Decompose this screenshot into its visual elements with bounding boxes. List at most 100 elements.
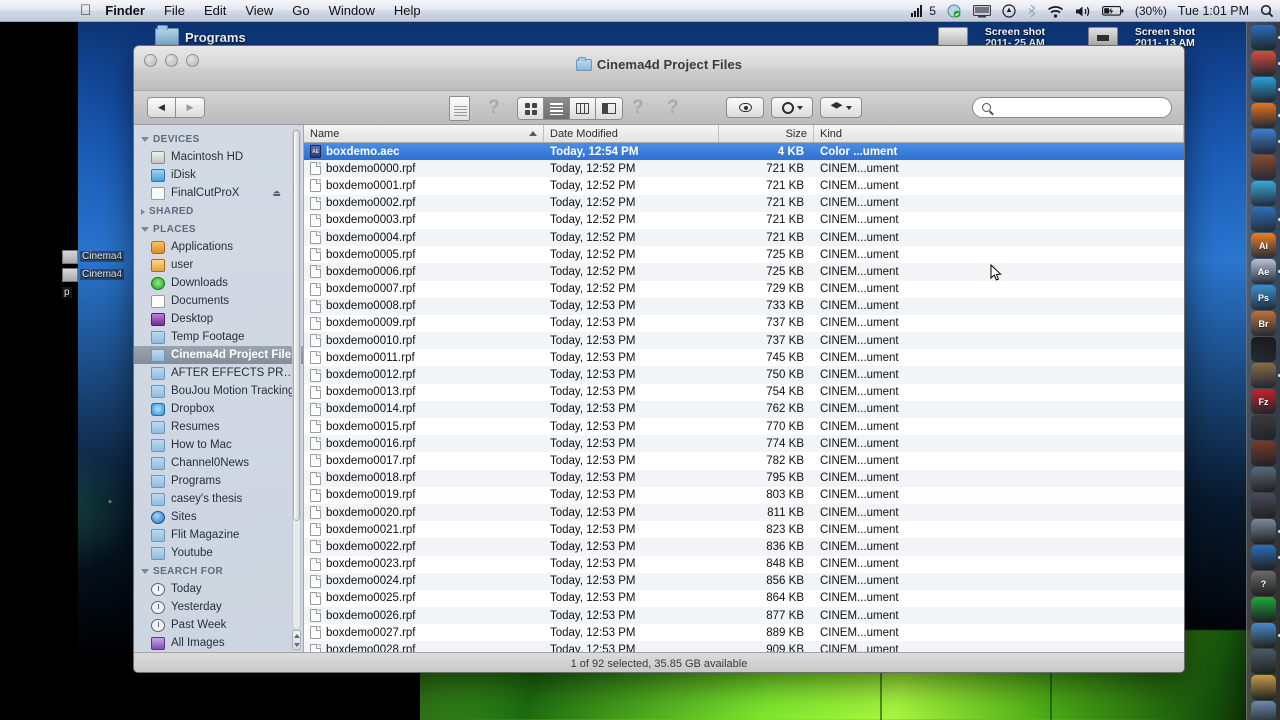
- sidebar-section-places[interactable]: PLACES: [134, 220, 303, 238]
- table-row[interactable]: boxdemo0000.rpf Today, 12:52 PM 721 KB CINE…: [304, 160, 1184, 178]
- sidebar-item-resumes[interactable]: Resumes: [134, 418, 303, 436]
- sidebar-scrollbar[interactable]: [292, 129, 301, 630]
- menu-item-help[interactable]: Help: [394, 3, 421, 18]
- table-row[interactable]: boxdemo0011.rpf Today, 12:53 PM 745 KB CINE…: [304, 349, 1184, 366]
- table-row[interactable]: boxdemo0025.rpf Today, 12:53 PM 864 KB CINE…: [304, 590, 1184, 607]
- volume-icon[interactable]: [1075, 5, 1091, 18]
- back-button[interactable]: ◀: [147, 97, 176, 118]
- table-row[interactable]: boxdemo0002.rpf Today, 12:52 PM 721 KB CINE…: [304, 194, 1184, 212]
- dock-item-garageband[interactable]: [1251, 701, 1276, 720]
- menu-item-view[interactable]: View: [245, 3, 273, 18]
- dock-item-firefox[interactable]: [1251, 103, 1280, 128]
- sidebar-item-applications[interactable]: Applications: [134, 238, 303, 256]
- table-row[interactable]: boxdemo0014.rpf Today, 12:53 PM 762 KB CINE…: [304, 400, 1184, 418]
- signal-bars-icon[interactable]: 5: [911, 4, 936, 18]
- sidebar-item-past-week[interactable]: Past Week: [134, 616, 303, 634]
- menu-item-go[interactable]: Go: [292, 3, 309, 18]
- column-header-name[interactable]: Name: [304, 125, 544, 142]
- sidebar-item-flit-magazine[interactable]: Flit Magazine: [134, 526, 303, 544]
- sidebar-item-channel0news[interactable]: Channel0News: [134, 454, 303, 472]
- dock-item-chrome[interactable]: [1251, 51, 1280, 76]
- sidebar-item-all-images[interactable]: All Images: [134, 634, 303, 652]
- table-row[interactable]: boxdemo0010.rpf Today, 12:53 PM 737 KB CINE…: [304, 332, 1184, 350]
- table-row[interactable]: boxdemo0028.rpf Today, 12:53 PM 909 KB CINE…: [304, 641, 1184, 652]
- dock-item-bridge[interactable]: Br: [1251, 311, 1276, 336]
- sidebar-item-user[interactable]: user: [134, 256, 303, 274]
- dock-item-teamviewer[interactable]: [1251, 597, 1276, 622]
- menu-item-file[interactable]: File: [164, 3, 185, 18]
- path-document-icon[interactable]: [449, 96, 470, 121]
- table-row[interactable]: boxdemo0016.rpf Today, 12:53 PM 774 KB CINE…: [304, 435, 1184, 453]
- scrollbar-thumb[interactable]: [293, 130, 300, 521]
- table-row[interactable]: boxdemo0005.rpf Today, 12:52 PM 725 KB CINE…: [304, 246, 1184, 263]
- sidebar-section-devices[interactable]: DEVICES: [134, 130, 303, 148]
- table-row[interactable]: boxdemo0006.rpf Today, 12:52 PM 725 KB CINE…: [304, 263, 1184, 281]
- dock-item-sherlock[interactable]: [1251, 545, 1280, 570]
- sidebar-item-programs[interactable]: Programs: [134, 472, 303, 490]
- sidebar-item-sites[interactable]: Sites: [134, 508, 303, 526]
- dock-item-aftereffects[interactable]: Ae: [1251, 259, 1280, 284]
- column-header-size[interactable]: Size: [719, 125, 814, 142]
- table-row[interactable]: boxdemo0020.rpf Today, 12:53 PM 811 KB CINE…: [304, 503, 1184, 522]
- dock-item-facetime[interactable]: [1251, 181, 1276, 206]
- dropbox-sync-icon[interactable]: [947, 4, 962, 18]
- sidebar-item-macintosh-hd[interactable]: Macintosh HD: [134, 148, 303, 166]
- dock-item-imovie[interactable]: [1251, 155, 1276, 180]
- dock-item-itunes[interactable]: [1251, 129, 1280, 154]
- sidebar-item-how-to-mac[interactable]: How to Mac: [134, 436, 303, 454]
- bluetooth-icon[interactable]: [1027, 4, 1036, 18]
- table-row[interactable]: boxdemo0026.rpf Today, 12:53 PM 877 KB CINE…: [304, 607, 1184, 625]
- wifi-icon[interactable]: [1047, 5, 1064, 18]
- table-row[interactable]: boxdemo0027.rpf Today, 12:53 PM 889 KB CINE…: [304, 624, 1184, 641]
- sidebar-item-finalcutprox[interactable]: FinalCutProX ⏏: [134, 184, 303, 202]
- column-view-button[interactable]: [570, 98, 596, 119]
- display-icon[interactable]: [972, 4, 991, 18]
- sidebar-scroll-arrows[interactable]: [292, 630, 301, 650]
- action-menu-button[interactable]: [771, 97, 813, 118]
- sidebar-item-idisk[interactable]: iDisk: [134, 166, 303, 184]
- dock-item-handbrake[interactable]: [1251, 415, 1276, 440]
- sidebar-item-casey-s-thesis[interactable]: casey's thesis: [134, 490, 303, 508]
- table-row[interactable]: boxdemo0023.rpf Today, 12:53 PM 848 KB CINE…: [304, 556, 1184, 573]
- table-row[interactable]: boxdemo0017.rpf Today, 12:53 PM 782 KB CINE…: [304, 452, 1184, 469]
- table-row[interactable]: AE boxdemo.aec Today, 12:54 PM 4 KB Color ..…: [304, 143, 1184, 161]
- sidebar-item-desktop[interactable]: Desktop: [134, 310, 303, 328]
- search-field[interactable]: [972, 97, 1172, 118]
- sidebar-section-shared[interactable]: SHARED: [134, 202, 303, 220]
- table-row[interactable]: boxdemo0008.rpf Today, 12:53 PM 733 KB CINE…: [304, 297, 1184, 315]
- search-input[interactable]: [996, 101, 1162, 114]
- dock-item-illustrator[interactable]: Ai: [1251, 233, 1276, 258]
- dock-item-steering-wheel[interactable]: [1251, 493, 1276, 518]
- dock-item-finder[interactable]: [1251, 25, 1280, 50]
- dock-item-photobooth[interactable]: [1251, 675, 1276, 700]
- sidebar-item-today[interactable]: Today: [134, 580, 303, 598]
- sidebar-item-boujou-motion-tracking[interactable]: BouJou Motion Tracking: [134, 382, 303, 400]
- dock-item-boujou[interactable]: [1251, 363, 1280, 388]
- desktop-icon-programs[interactable]: Programs: [155, 25, 246, 46]
- sidebar-item-after-effects-projects[interactable]: AFTER EFFECTS PROJECTS: [134, 364, 303, 382]
- dock-item-screenflow[interactable]: [1251, 649, 1276, 674]
- menu-item-finder[interactable]: Finder: [105, 3, 145, 18]
- sidebar-item-yesterday[interactable]: Yesterday: [134, 598, 303, 616]
- coverflow-view-button[interactable]: [596, 98, 622, 119]
- dock-item-photos[interactable]: [1251, 519, 1280, 544]
- sidebar-item-youtube[interactable]: Youtube: [134, 544, 303, 562]
- scroll-up-icon[interactable]: [293, 633, 300, 638]
- quicklook-button[interactable]: [726, 97, 764, 118]
- dock-item-appstore[interactable]: [1251, 207, 1280, 232]
- table-row[interactable]: boxdemo0021.rpf Today, 12:53 PM 823 KB CINE…: [304, 521, 1184, 538]
- dock-item-filezilla[interactable]: Fz: [1251, 389, 1276, 414]
- table-row[interactable]: boxdemo0007.rpf Today, 12:52 PM 729 KB CINE…: [304, 281, 1184, 298]
- table-row[interactable]: boxdemo0009.rpf Today, 12:53 PM 737 KB CINE…: [304, 315, 1184, 332]
- eject-icon[interactable]: ⏏: [272, 188, 281, 199]
- table-row[interactable]: boxdemo0003.rpf Today, 12:52 PM 721 KB CINE…: [304, 212, 1184, 229]
- dock-item-cinema4d[interactable]: [1251, 337, 1276, 362]
- icon-view-button[interactable]: [518, 98, 544, 119]
- table-row[interactable]: boxdemo0004.rpf Today, 12:52 PM 721 KB CINE…: [304, 228, 1184, 247]
- column-header-date-modified[interactable]: Date Modified: [544, 125, 719, 142]
- table-row[interactable]: boxdemo0018.rpf Today, 12:53 PM 795 KB CINE…: [304, 469, 1184, 487]
- table-row[interactable]: boxdemo0019.rpf Today, 12:53 PM 803 KB CINE…: [304, 487, 1184, 504]
- list-view-button[interactable]: [544, 98, 570, 119]
- table-row[interactable]: boxdemo0013.rpf Today, 12:53 PM 754 KB CINE…: [304, 384, 1184, 401]
- sidebar-item-dropbox[interactable]: Dropbox: [134, 400, 303, 418]
